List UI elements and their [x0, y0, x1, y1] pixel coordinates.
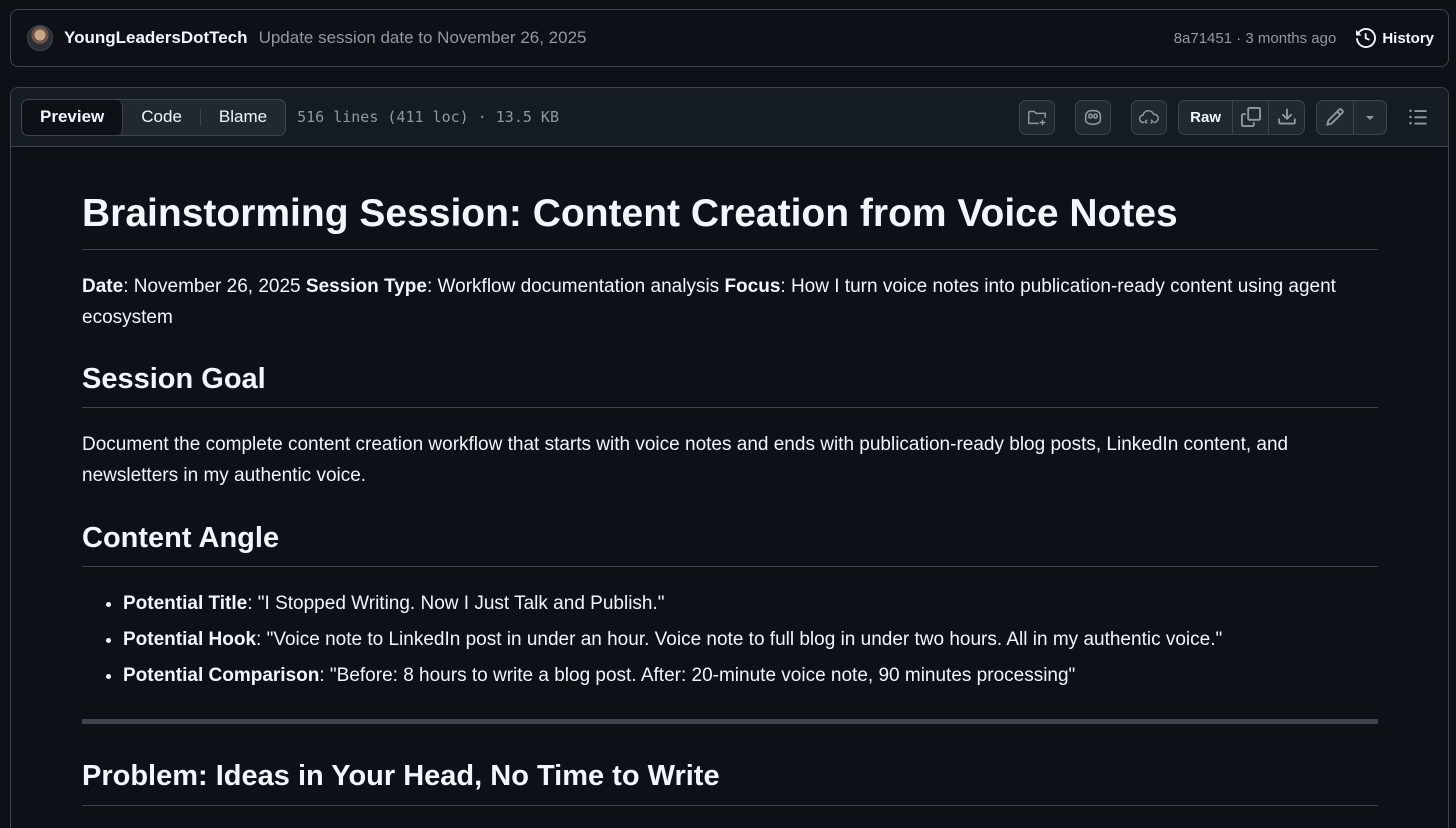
codespaces-icon	[1138, 106, 1160, 128]
list-item-label: Potential Title	[123, 593, 248, 615]
history-button[interactable]: History	[1356, 28, 1434, 48]
file-actions: Raw	[1019, 99, 1438, 135]
download-button[interactable]	[1268, 100, 1304, 134]
file-header: Preview Code Blame 516 lines (411 loc) ·…	[11, 88, 1448, 147]
commit-hash-and-age[interactable]: 8a71451 · 3 months ago	[1174, 30, 1337, 47]
copy-icon	[1240, 107, 1261, 127]
triangle-down-icon	[1362, 109, 1378, 125]
download-icon	[1277, 107, 1297, 127]
date-value: : November 26, 2025	[123, 275, 306, 297]
commit-author[interactable]: YoungLeadersDotTech	[64, 28, 248, 48]
tab-preview[interactable]: Preview	[22, 99, 124, 135]
copy-raw-button[interactable]	[1232, 100, 1268, 134]
session-meta: Date: November 26, 2025 Session Type: Wo…	[82, 271, 1378, 333]
markdown-body: Brainstorming Session: Content Creation …	[82, 148, 1378, 806]
edit-file-button[interactable]	[1317, 101, 1353, 134]
list-item-label: Potential Hook	[123, 629, 257, 651]
content-angle-list: Potential Title: "I Stopped Writing. Now…	[82, 586, 1378, 694]
horizontal-rule	[82, 719, 1378, 725]
tab-code[interactable]: Code	[123, 100, 200, 135]
outline-button[interactable]	[1400, 100, 1436, 135]
focus-label: Focus	[724, 275, 781, 297]
file-size-info: 516 lines (411 loc) · 13.5 KB	[297, 108, 559, 126]
tab-blame[interactable]: Blame	[201, 100, 285, 135]
edit-options-dropdown[interactable]	[1353, 100, 1386, 134]
add-file-button[interactable]	[1019, 99, 1056, 135]
outline-list-icon	[1408, 107, 1428, 127]
session-goal-text: Document the complete content creation w…	[82, 434, 1289, 487]
list-item-text: : "Voice note to LinkedIn post in under …	[256, 629, 1223, 651]
content-angle-heading: Content Angle	[82, 520, 1378, 568]
list-item-text: : "I Stopped Writing. Now I Just Talk an…	[247, 593, 665, 615]
edit-group	[1316, 99, 1387, 135]
history-icon	[1356, 28, 1377, 48]
codespaces-button[interactable]	[1131, 99, 1168, 135]
add-file-icon	[1026, 106, 1048, 128]
copilot-icon	[1082, 106, 1104, 128]
copilot-button[interactable]	[1075, 99, 1112, 135]
list-item: Potential Comparison: "Before: 8 hours t…	[123, 658, 1378, 694]
view-mode-toggle: Preview Code Blame	[21, 98, 287, 136]
session-type-label: Session Type	[305, 275, 427, 297]
list-item: Potential Title: "I Stopped Writing. Now…	[123, 586, 1378, 622]
file-viewer: Preview Code Blame 516 lines (411 loc) ·…	[10, 87, 1449, 828]
problem-heading: Problem: Ideas in Your Head, No Time to …	[82, 758, 1378, 806]
author-avatar[interactable]	[27, 25, 53, 51]
date-label: Date	[82, 275, 124, 297]
session-type-value: : Workflow documentation analysis	[427, 275, 725, 297]
list-item: Potential Hook: "Voice note to LinkedIn …	[123, 622, 1378, 658]
raw-button[interactable]: Raw	[1179, 101, 1232, 134]
pencil-icon	[1325, 107, 1345, 127]
session-goal-heading: Session Goal	[82, 361, 1378, 409]
latest-commit-bar: YoungLeadersDotTech Update session date …	[10, 9, 1449, 67]
list-item-label: Potential Comparison	[123, 665, 320, 687]
raw-copy-download-group: Raw	[1178, 99, 1305, 135]
document-title: Brainstorming Session: Content Creation …	[82, 148, 1378, 250]
history-label: History	[1382, 29, 1434, 47]
commit-message[interactable]: Update session date to November 26, 2025	[259, 28, 587, 48]
list-item-text: : "Before: 8 hours to write a blog post.…	[319, 665, 1076, 687]
